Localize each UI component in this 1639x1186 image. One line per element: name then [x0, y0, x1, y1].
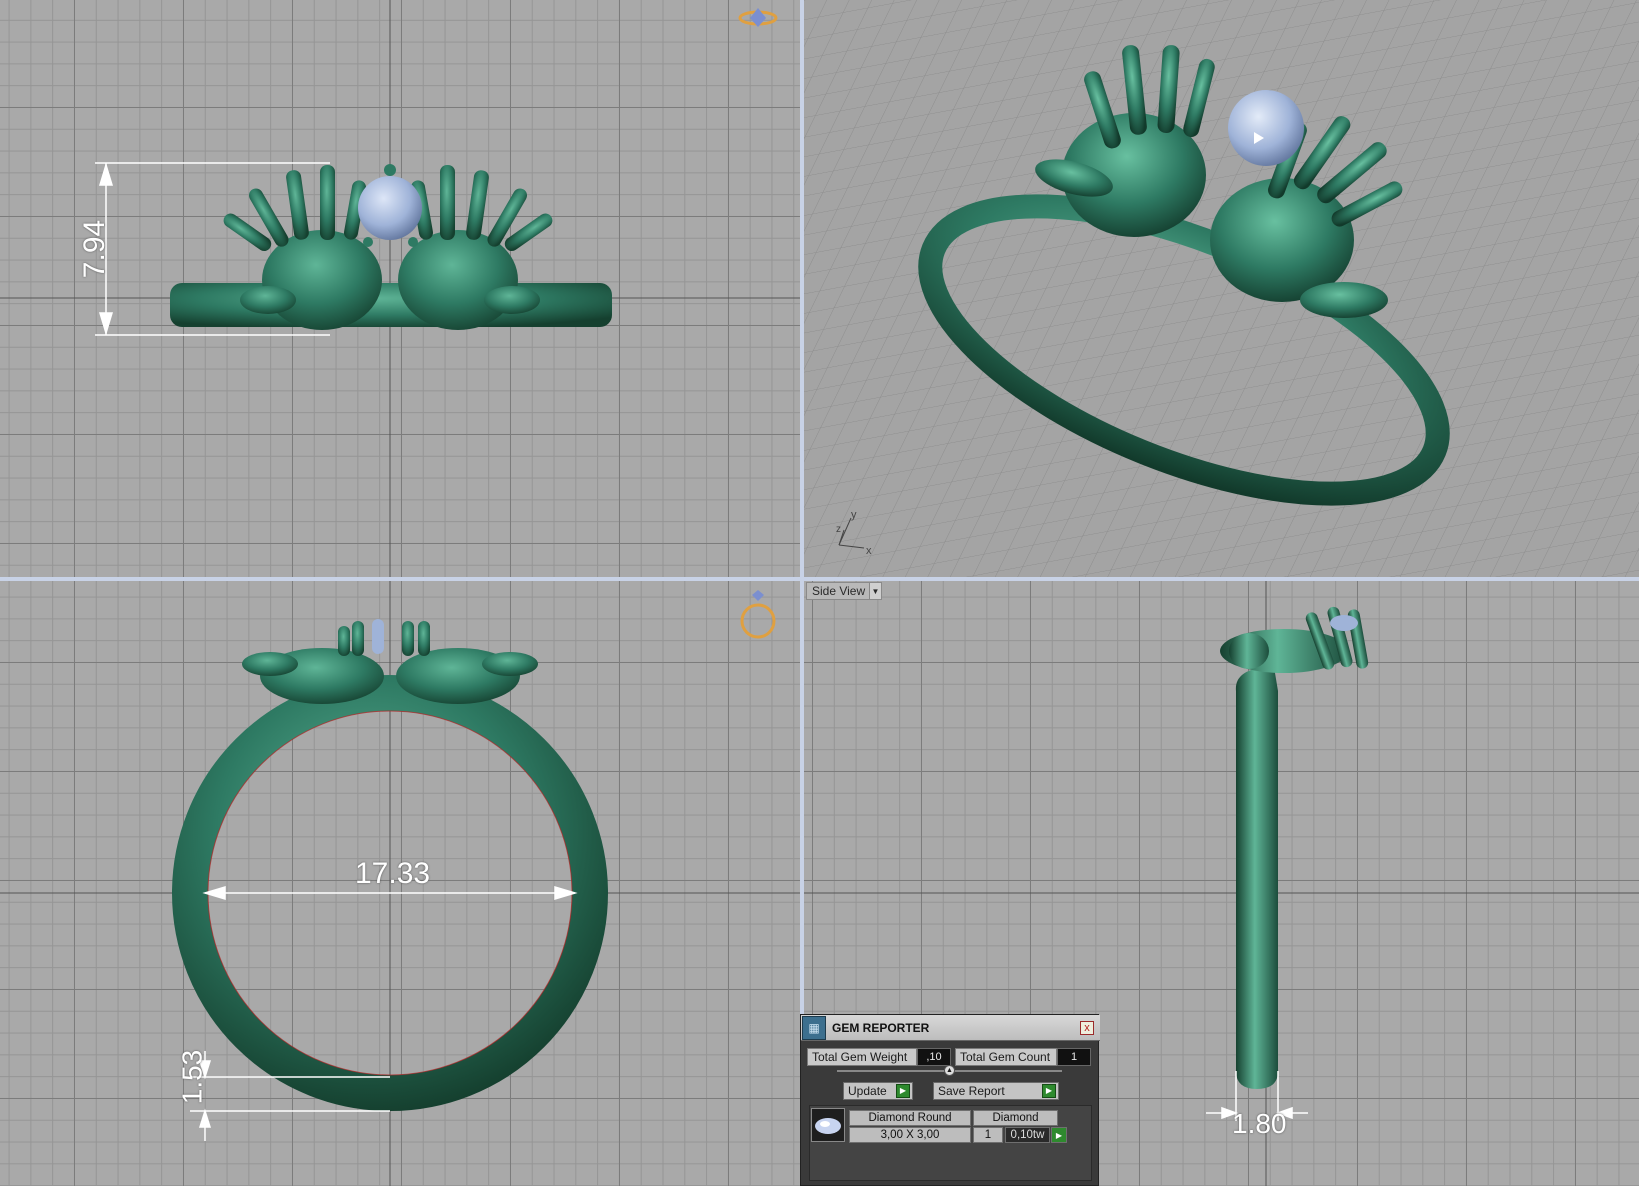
gem-reporter-icon: ▦ [802, 1015, 826, 1040]
go-arrow-icon: ▶ [1042, 1084, 1056, 1098]
axis-y-label: y [851, 509, 857, 521]
gem-reporter-panel: ▦ GEM REPORTER x Total Gem Weight ,10 To… [800, 1014, 1100, 1186]
perspective-view-canvas: x y z [804, 0, 1639, 577]
right-hand-shape [398, 165, 553, 330]
total-gem-weight-value: ,10 [917, 1048, 951, 1066]
axis-x-label: x [866, 545, 872, 557]
viewport-divider-vertical[interactable] [800, 0, 804, 1186]
front-viewport[interactable]: 7.94 [0, 0, 800, 577]
gem-type-cell: Diamond [973, 1110, 1058, 1126]
view-selector-dropdown[interactable]: Side View ▼ [806, 582, 882, 600]
panel-resize-handle[interactable]: ▲ [944, 1065, 955, 1076]
top-viewport[interactable]: 17.33 1.53 [0, 581, 800, 1186]
gem-shape-cell: Diamond Round [849, 1110, 971, 1126]
inner-diameter-label: 17.33 [355, 857, 431, 890]
ring-band-shape [170, 283, 612, 327]
ring-shank-side-shape [1235, 667, 1278, 1089]
total-gem-weight-label: Total Gem Weight [807, 1048, 917, 1066]
diamond-thumbnail-icon[interactable] [811, 1108, 845, 1142]
gem-weight-cell: 0,10tw [1005, 1127, 1050, 1143]
chevron-down-icon[interactable]: ▼ [869, 583, 881, 599]
gem-reporter-title: GEM REPORTER [832, 1020, 930, 1035]
height-dimension-label: 7.94 [78, 219, 112, 279]
go-arrow-icon: ▶ [896, 1084, 910, 1098]
gem-reporter-titlebar[interactable]: ▦ GEM REPORTER x [801, 1015, 1100, 1041]
go-arrow-icon[interactable]: ▶ [1051, 1127, 1067, 1143]
round-gem-shape [358, 176, 422, 240]
round-gem-shape [1228, 90, 1304, 166]
front-view-canvas [0, 0, 800, 577]
perspective-viewport[interactable]: x y z [804, 0, 1639, 577]
total-gem-count-value: 1 [1057, 1048, 1091, 1066]
gem-count-cell: 1 [973, 1127, 1003, 1143]
total-gem-count-label: Total Gem Count [955, 1048, 1057, 1066]
gem-list: Diamond Round Diamond 3,00 X 3,00 1 0,10… [809, 1105, 1092, 1181]
save-report-button-label: Save Report [938, 1084, 1005, 1098]
hands-side-shape [1220, 606, 1369, 673]
view-selector-label: Side View [812, 584, 866, 598]
close-icon[interactable]: x [1080, 1020, 1094, 1035]
axis-z-label: z [836, 524, 841, 535]
ring-gem-orientation-icon[interactable] [738, 8, 778, 27]
update-button-label: Update [848, 1084, 887, 1098]
update-button[interactable]: Update ▶ [843, 1082, 913, 1100]
band-thickness-label: 1.53 [176, 1049, 208, 1105]
band-width-label: 1.80 [1232, 1108, 1287, 1139]
left-hand-shape [223, 165, 382, 330]
viewport-divider-horizontal[interactable] [0, 577, 1639, 581]
save-report-button[interactable]: Save Report ▶ [933, 1082, 1059, 1100]
gem-size-cell: 3,00 X 3,00 [849, 1127, 971, 1143]
ring-top-orientation-icon[interactable] [740, 590, 776, 639]
